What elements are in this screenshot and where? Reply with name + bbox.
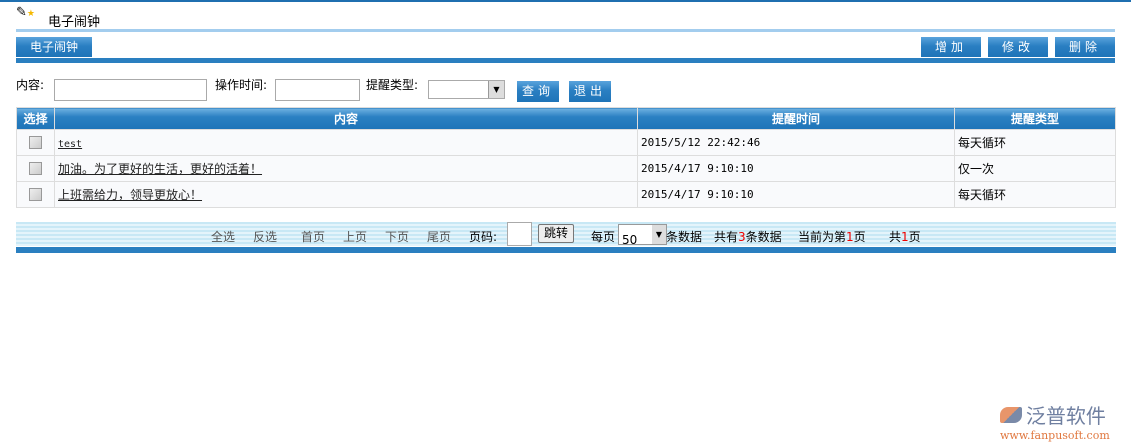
- type-cell: 仅一次: [954, 155, 1116, 182]
- time-cell: 2015/4/17 9:10:10: [637, 181, 955, 208]
- content-label: 内容:: [16, 78, 45, 92]
- query-button[interactable]: 查询: [517, 81, 559, 102]
- jump-button[interactable]: 跳转: [538, 224, 574, 243]
- content-link[interactable]: 上班需给力，领导更放心！: [58, 188, 202, 202]
- page-label: 页码:: [469, 230, 498, 244]
- table-row: test 2015/5/12 22:42:46 每天循环: [16, 129, 1116, 156]
- select-all-link[interactable]: 全选: [211, 228, 235, 245]
- logo: 泛普软件 www.fanpusoft.com: [1000, 400, 1125, 442]
- logo-icon: [1000, 406, 1022, 423]
- select-cell: [16, 129, 55, 156]
- divider: [16, 29, 1115, 32]
- time-label: 操作时间:: [215, 78, 268, 92]
- page-title: 电子闹钟: [48, 15, 101, 30]
- edit-button[interactable]: 修改: [988, 37, 1048, 57]
- logo-name: 泛普软件: [1025, 404, 1106, 428]
- chevron-down-icon[interactable]: ▼: [488, 81, 504, 98]
- select-cell: [16, 181, 55, 208]
- pages-suffix: 页: [908, 230, 921, 244]
- prev-page-link[interactable]: 上页: [343, 228, 367, 245]
- records-unit: 条数据: [666, 230, 703, 244]
- tab-alarm[interactable]: 电子闹钟: [16, 37, 92, 57]
- total-count: 3: [738, 230, 746, 244]
- content-link[interactable]: 加油。为了更好的生活，更好的活着！: [58, 162, 262, 176]
- top-border: [0, 0, 1131, 2]
- bottom-bar: [16, 247, 1116, 253]
- row-checkbox[interactable]: [29, 162, 42, 175]
- current-suffix: 页: [853, 230, 866, 244]
- total-prefix: 共有: [714, 230, 739, 244]
- pages-prefix: 共: [889, 230, 902, 244]
- current-prefix: 当前为第: [798, 230, 847, 244]
- content-link[interactable]: test: [58, 139, 82, 150]
- invert-link[interactable]: 反选: [253, 228, 277, 245]
- row-checkbox[interactable]: [29, 188, 42, 201]
- time-input[interactable]: [275, 79, 360, 101]
- logo-url: www.fanpusoft.com: [1000, 429, 1110, 442]
- time-cell: 2015/5/12 22:42:46: [637, 129, 955, 156]
- time-cell: 2015/4/17 9:10:10: [637, 155, 955, 182]
- total-suffix: 条数据: [745, 230, 782, 244]
- current-number: 1: [846, 230, 854, 244]
- content-input[interactable]: [54, 79, 207, 101]
- alarm-table: 选择 内容 提醒时间 提醒类型 test 2015/5/12 22:42:46 …: [16, 107, 1116, 208]
- content-cell: test: [54, 129, 638, 156]
- last-page-link[interactable]: 尾页: [427, 228, 451, 245]
- type-select[interactable]: ▼: [428, 80, 505, 99]
- chevron-down-icon[interactable]: ▼: [652, 225, 666, 244]
- add-button[interactable]: 增加: [921, 37, 981, 57]
- pen-star-icon: ✎★: [16, 5, 35, 20]
- per-page-label: 每页: [591, 230, 616, 244]
- select-cell: [16, 155, 55, 182]
- total-pages: 共1页: [889, 228, 921, 245]
- header-content: 内容: [54, 107, 638, 130]
- total-records: 共有3条数据: [714, 228, 782, 245]
- page-input[interactable]: [507, 222, 532, 246]
- header-select: 选择: [16, 107, 55, 130]
- exit-button[interactable]: 退出: [569, 81, 611, 102]
- toolbar-bar: [16, 58, 1115, 63]
- header-type: 提醒类型: [954, 107, 1116, 130]
- header-time: 提醒时间: [637, 107, 955, 130]
- type-cell: 每天循环: [954, 181, 1116, 208]
- type-label: 提醒类型:: [366, 78, 419, 92]
- table-row: 加油。为了更好的生活，更好的活着！ 2015/4/17 9:10:10 仅一次: [16, 155, 1116, 182]
- current-page: 当前为第1页: [798, 228, 866, 245]
- row-checkbox[interactable]: [29, 136, 42, 149]
- next-page-link[interactable]: 下页: [385, 228, 409, 245]
- delete-button[interactable]: 删除: [1055, 37, 1115, 57]
- type-cell: 每天循环: [954, 129, 1116, 156]
- content-cell: 加油。为了更好的生活，更好的活着！: [54, 155, 638, 182]
- per-page-select[interactable]: 50 ▼: [618, 224, 667, 247]
- content-cell: 上班需给力，领导更放心！: [54, 181, 638, 208]
- first-page-link[interactable]: 首页: [301, 228, 325, 245]
- pager: 全选 反选 首页 上页 下页 尾页 页码: 跳转 每页 50 ▼ 条数据 共有3条…: [16, 222, 1116, 247]
- table-row: 上班需给力，领导更放心！ 2015/4/17 9:10:10 每天循环: [16, 181, 1116, 208]
- pages-count: 1: [901, 230, 909, 244]
